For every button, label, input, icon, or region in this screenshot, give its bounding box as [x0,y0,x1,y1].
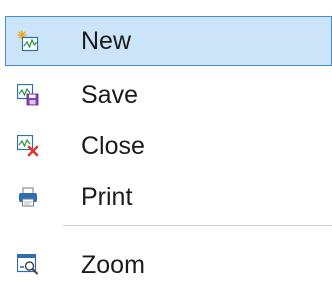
new-chart-icon [17,30,39,52]
menu-item-zoom[interactable]: Zoom [0,239,332,289]
menu-item-save[interactable]: Save [0,69,332,119]
menu-item-new[interactable]: New [5,16,332,66]
context-menu: New Save Close Print Zoom [0,0,332,289]
save-chart-icon [17,84,39,106]
menu-item-label: Save [81,81,138,109]
close-chart-icon [17,135,39,157]
menu-item-label: New [81,27,132,55]
print-icon [19,187,37,207]
menu-item-close[interactable]: Close [0,120,332,170]
menu-item-print[interactable]: Print [0,171,332,221]
menu-item-label: Zoom [81,251,145,279]
menu-item-label: Print [81,183,133,211]
zoom-icon [17,254,38,275]
menu-item-label: Close [81,132,145,160]
menu-separator [63,225,332,226]
